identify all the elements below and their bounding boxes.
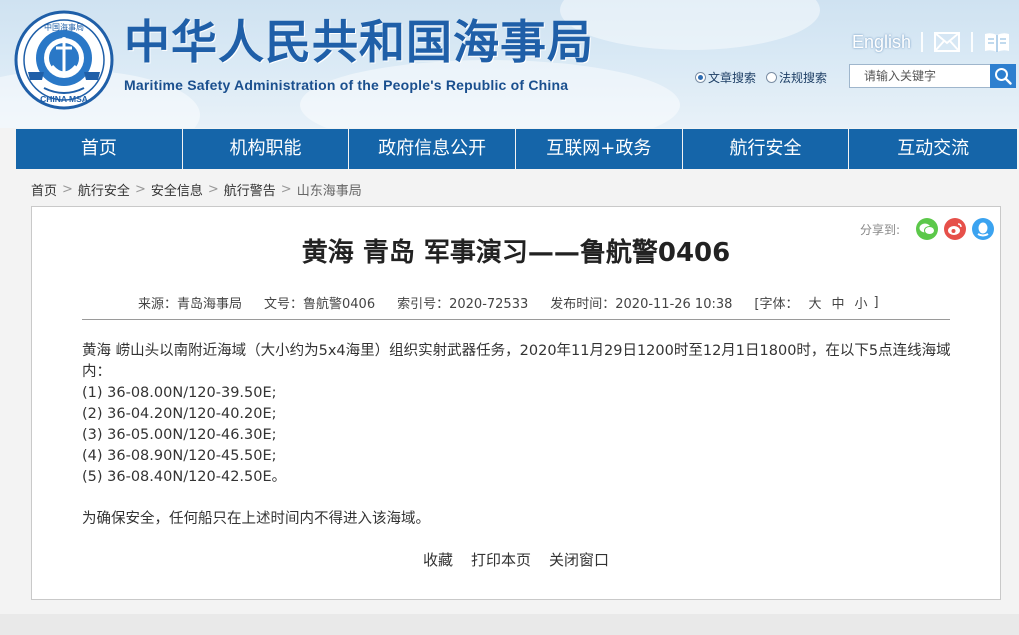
breadcrumb-separator: > bbox=[280, 181, 292, 197]
font-size-large[interactable]: 大 bbox=[808, 293, 821, 312]
nav-item-gov-info[interactable]: 政府信息公开 bbox=[349, 129, 516, 169]
breadcrumb-item[interactable]: 航行安全 bbox=[78, 180, 130, 199]
coordinate-point: (2) 36-04.20N/120-40.20E; bbox=[82, 406, 277, 422]
article-paragraph: 为确保安全，任何船只在上述时间内不得进入该海域。 bbox=[82, 511, 430, 527]
font-size-label: [字体： bbox=[754, 296, 799, 312]
favorite-button[interactable]: 收藏 bbox=[423, 549, 453, 571]
logo-text-top: 中国海事局 bbox=[44, 22, 84, 32]
nav-item-navigation-safety[interactable]: 航行安全 bbox=[682, 129, 849, 169]
font-size-medium[interactable]: 中 bbox=[832, 293, 845, 312]
meta-source: 来源：青岛海事局 bbox=[138, 296, 243, 312]
coordinate-point: (4) 36-08.90N/120-45.50E; bbox=[82, 448, 277, 464]
coordinate-point: (1) 36-08.00N/120-39.50E; bbox=[82, 385, 277, 401]
article-body: 黄海 崂山头以南附近海域（大小约为5x4海里）组织实射武器任务，2020年11月… bbox=[82, 341, 960, 530]
article-paragraph: 黄海 崂山头以南附近海域（大小约为5x4海里）组织实射武器任务，2020年11月… bbox=[82, 343, 951, 380]
search-input[interactable] bbox=[849, 64, 990, 88]
site-header: 中国海事局 CHINA MSA 中华人民共和国海事局 Maritime Safe… bbox=[0, 0, 1019, 128]
nav-item-interaction[interactable]: 互动交流 bbox=[849, 129, 1018, 169]
font-size-bracket: ] bbox=[873, 294, 879, 310]
coordinate-point: (5) 36-08.40N/120-42.50E。 bbox=[82, 469, 287, 485]
radio-icon[interactable] bbox=[766, 71, 778, 83]
divider bbox=[82, 319, 950, 320]
radio-icon[interactable] bbox=[695, 71, 706, 83]
breadcrumb-item[interactable]: 航行警告 bbox=[224, 180, 276, 199]
font-size-small[interactable]: 小 bbox=[855, 293, 868, 312]
nav-item-home[interactable]: 首页 bbox=[16, 129, 182, 169]
meta-doc-number: 文号：鲁航警0406 bbox=[264, 296, 376, 312]
search-option-article[interactable]: 文章搜索 bbox=[695, 69, 756, 86]
breadcrumb-separator: > bbox=[134, 181, 146, 197]
breadcrumb-separator: > bbox=[207, 181, 219, 197]
search-option-label: 文章搜索 bbox=[708, 70, 757, 85]
breadcrumb-item[interactable]: 安全信息 bbox=[151, 180, 203, 199]
mail-icon[interactable] bbox=[933, 30, 961, 54]
coordinate-point: (3) 36-05.00N/120-46.30E; bbox=[82, 427, 277, 443]
search-button[interactable] bbox=[990, 64, 1016, 88]
nav-item-internet-services[interactable]: 互联网+政务 bbox=[516, 129, 682, 169]
article-title: 黄海 青岛 军事演习——鲁航警0406 bbox=[301, 238, 731, 268]
english-link[interactable]: English bbox=[852, 32, 911, 53]
china-msa-logo[interactable]: 中国海事局 CHINA MSA bbox=[14, 10, 114, 110]
search-options: 文章搜索 法规搜索 bbox=[695, 68, 837, 86]
article-actions: 收藏 打印本页 关闭窗口 bbox=[32, 549, 1000, 571]
breadcrumb-separator: > bbox=[62, 181, 73, 197]
main-nav: 首页 机构职能 政府信息公开 互联网+政务 航行安全 互动交流 bbox=[16, 129, 1018, 169]
meta-index-number: 索引号：2020-72533 bbox=[397, 296, 529, 312]
logo-text-bottom: CHINA MSA bbox=[40, 94, 88, 104]
meta-publish-time: 发布时间：2020-11-26 10:38 bbox=[550, 296, 733, 312]
top-links: English bbox=[852, 30, 1011, 54]
footer-strip bbox=[0, 614, 1019, 635]
breadcrumb: 首页 > 航行安全 > 安全信息 > 航行警告 > 山东海事局 bbox=[31, 180, 362, 199]
divider bbox=[921, 32, 924, 52]
search-option-regulation[interactable]: 法规搜索 bbox=[766, 69, 827, 86]
site-title-english: Maritime Safety Administration of the Pe… bbox=[124, 77, 569, 93]
book-icon[interactable] bbox=[983, 30, 1011, 54]
search-option-label: 法规搜索 bbox=[779, 70, 828, 85]
divider bbox=[971, 32, 974, 52]
print-button[interactable]: 打印本页 bbox=[471, 549, 531, 571]
nav-item-functions[interactable]: 机构职能 bbox=[182, 129, 349, 169]
article-meta: 来源：青岛海事局 文号：鲁航警0406 索引号：2020-72533 发布时间：… bbox=[138, 293, 879, 312]
article-container: 分享到: 黄海 青岛 军事演习——鲁航警0406 来源：青岛海事局 文号：鲁航警… bbox=[31, 206, 1001, 600]
site-title-chinese: 中华人民共和国海事局 bbox=[124, 15, 594, 69]
search-icon bbox=[995, 68, 1012, 85]
close-window-button[interactable]: 关闭窗口 bbox=[549, 549, 609, 571]
breadcrumb-item[interactable]: 首页 bbox=[31, 180, 57, 199]
breadcrumb-item-current[interactable]: 山东海事局 bbox=[297, 180, 362, 199]
